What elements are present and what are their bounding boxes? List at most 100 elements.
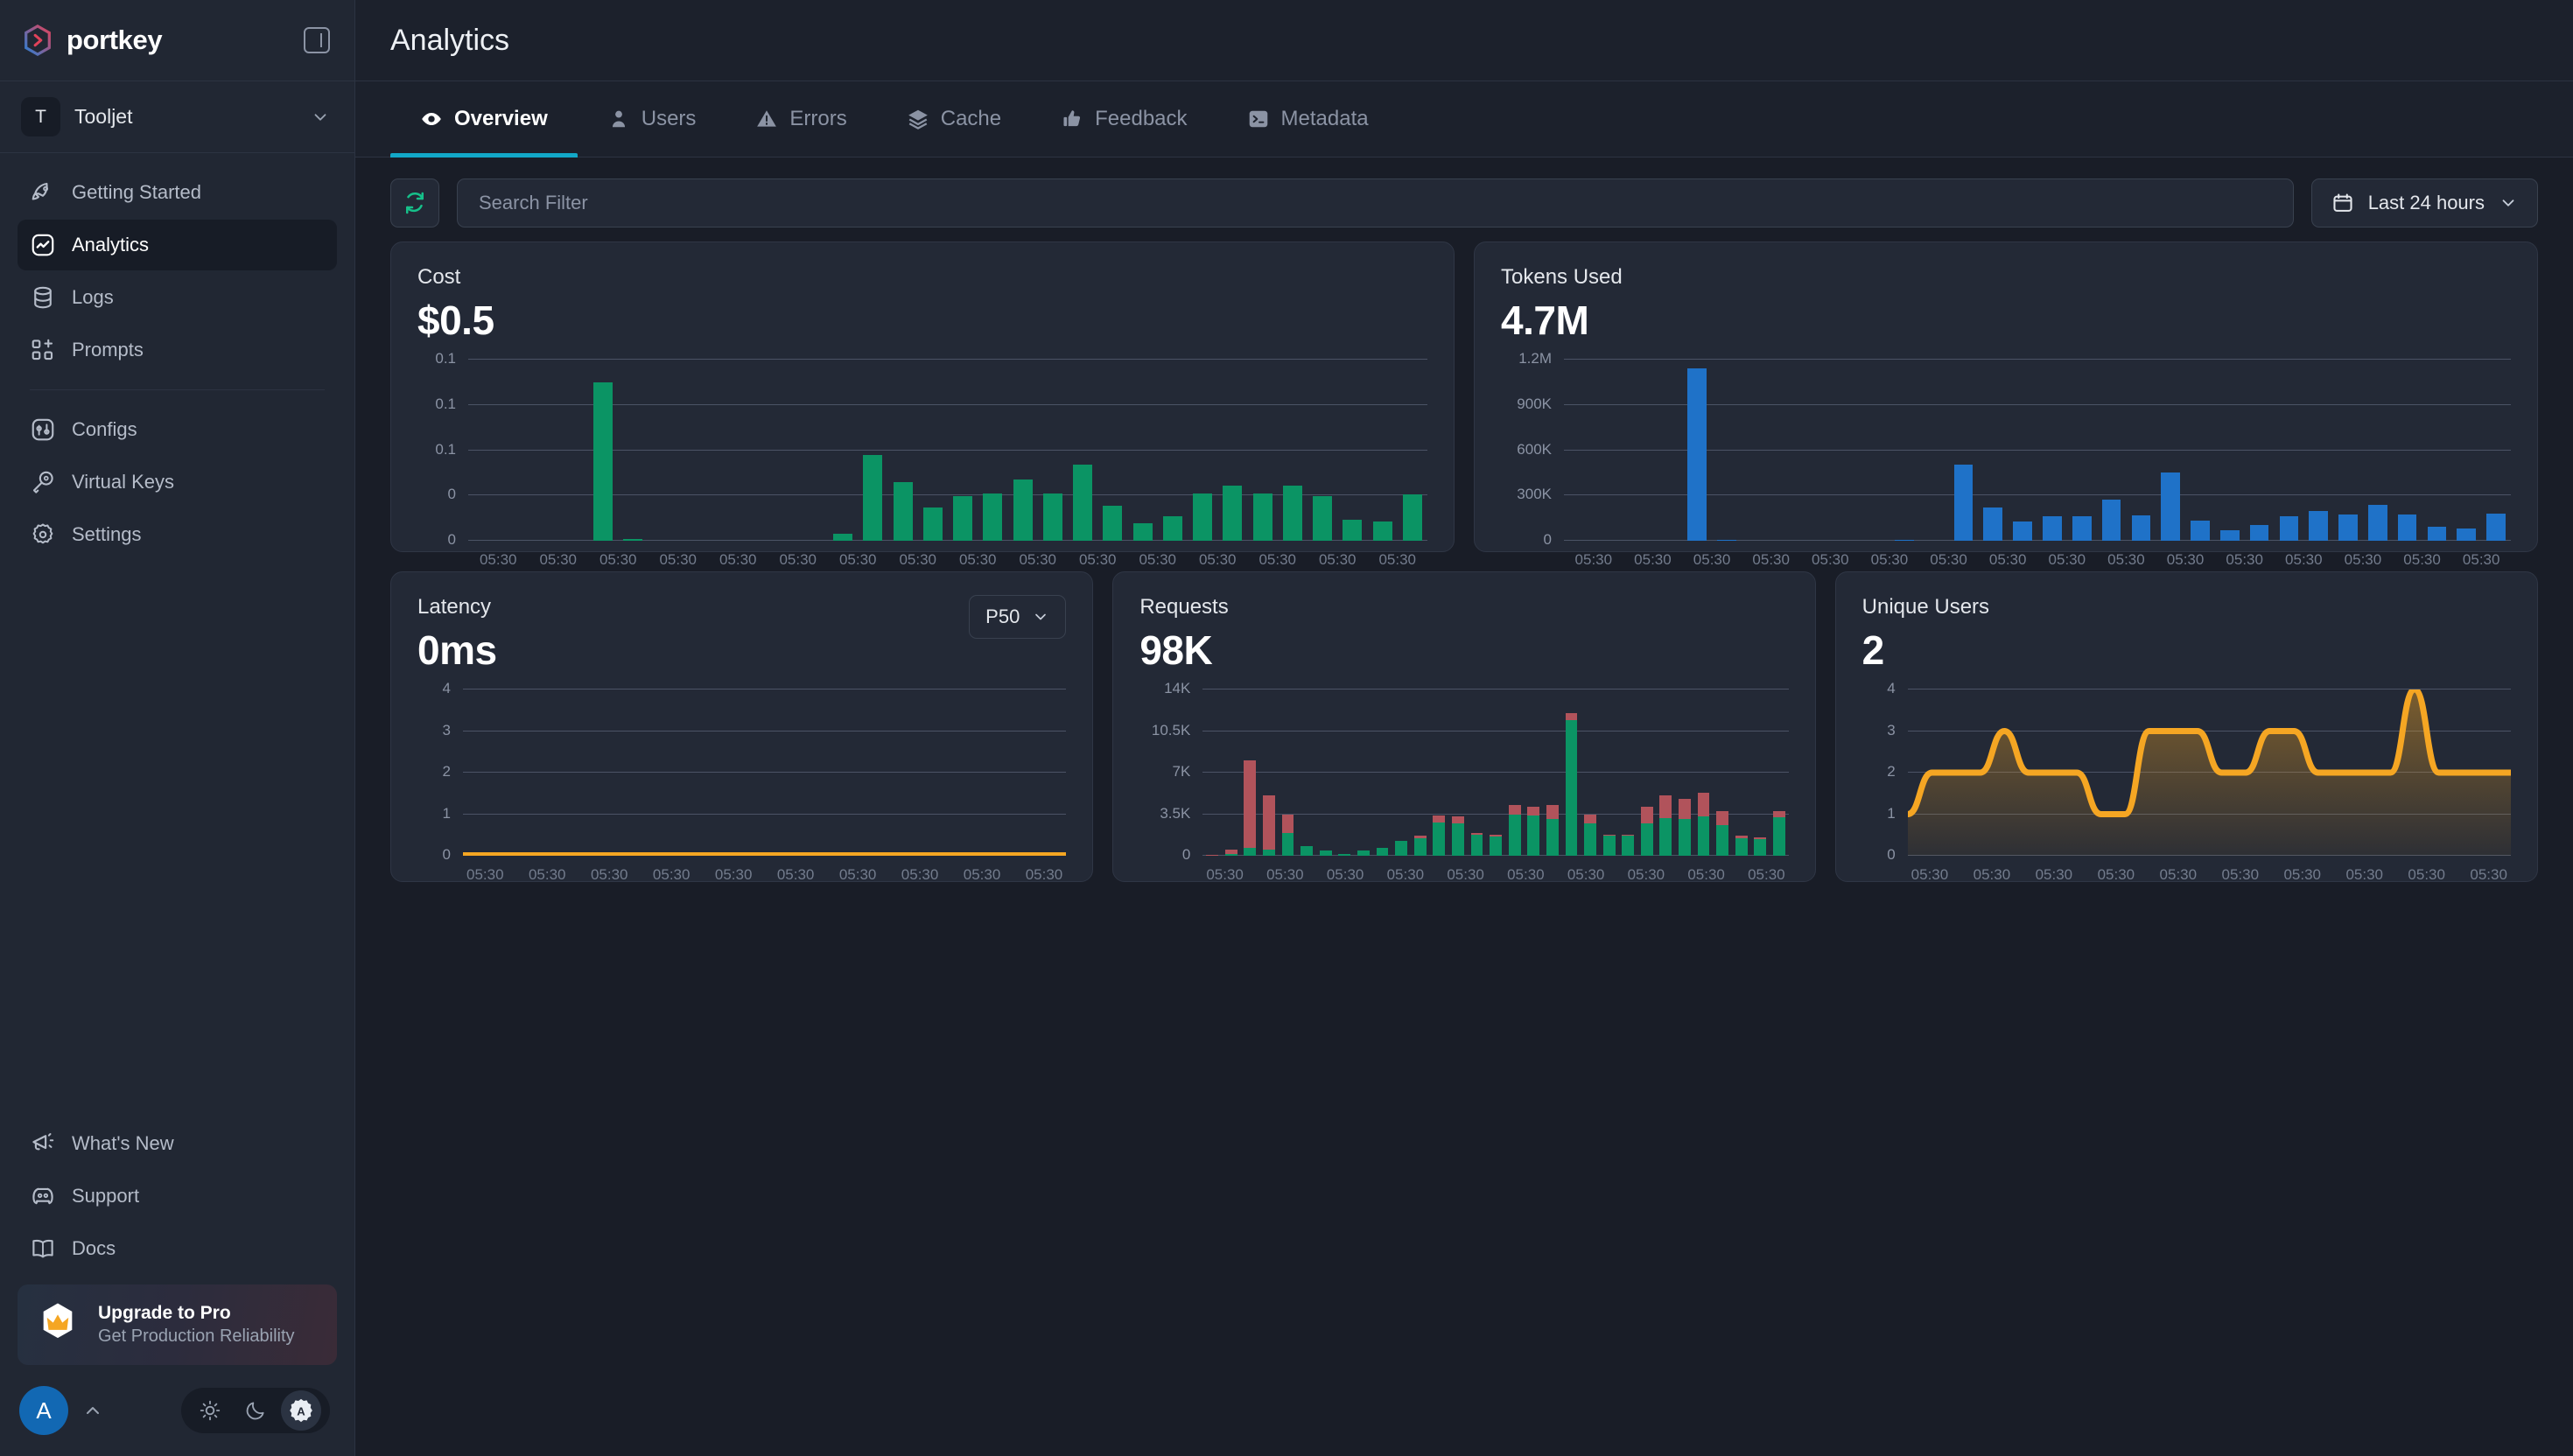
bar-segment-success xyxy=(1244,847,1257,856)
org-switcher[interactable]: T Tooljet xyxy=(0,81,354,153)
refresh-button[interactable] xyxy=(390,178,439,228)
bar-column xyxy=(2037,360,2067,541)
bar-column xyxy=(1713,690,1732,856)
tab-label: Cache xyxy=(940,107,1002,130)
tab-users[interactable]: Users xyxy=(578,81,726,157)
sidebar-item-getting-started[interactable]: Getting Started xyxy=(18,167,337,218)
y-axis-tick: 0.1 xyxy=(435,440,456,458)
x-axis-tick: 05:30 xyxy=(963,866,1001,883)
x-axis-tick: 05:30 xyxy=(2048,551,2086,568)
bar-column xyxy=(768,360,798,541)
plot-area: 0 3.5K 7K 10.5K 14K xyxy=(1152,680,1789,863)
bar-column xyxy=(1742,360,1771,541)
x-axis-tick: 05:30 xyxy=(2344,551,2382,568)
bar-segment-success xyxy=(1263,849,1275,856)
tab-feedback[interactable]: Feedback xyxy=(1031,81,1216,157)
card-title: Cost xyxy=(417,265,461,289)
bar xyxy=(1983,508,2003,541)
sidebar-item-configs[interactable]: Configs xyxy=(18,404,337,455)
x-axis-tick: 05:30 xyxy=(1507,866,1545,883)
bar xyxy=(1402,494,1422,541)
x-axis-tick: 05:30 xyxy=(1198,551,1237,568)
x-axis-tick: 05:30 xyxy=(1634,551,1672,568)
sidebar: portkey T Tooljet Getting Started Analyt… xyxy=(0,0,355,1456)
x-axis-tick: 05:30 xyxy=(1870,551,1909,568)
daterange-label: Last 24 hours xyxy=(2367,192,2485,214)
tab-cache[interactable]: Cache xyxy=(877,81,1031,157)
bar-column xyxy=(1694,690,1714,856)
dark-mode-icon[interactable] xyxy=(235,1390,276,1431)
x-axis-tick: 05:30 xyxy=(899,551,937,568)
requests-chart: 0 3.5K 7K 10.5K 14K 05:30 05:30 05:30 05:30 05:3… xyxy=(1139,680,1789,884)
unique-users-card: Unique Users 2 01234 05:30 05:30 05:30 05:3… xyxy=(1834,571,2538,883)
bar-segment-success xyxy=(1470,835,1483,856)
bar-segment-error xyxy=(1451,816,1464,823)
bar-segment-error xyxy=(1640,806,1653,823)
search-input[interactable]: Search Filter xyxy=(457,178,2294,228)
sidebar-item-label: Getting Started xyxy=(72,181,201,203)
y-axis-tick: 2 xyxy=(442,763,451,780)
bar-segment-success xyxy=(1679,818,1691,856)
sidebar-item-whats-new[interactable]: What's New xyxy=(18,1118,337,1169)
percentile-selector[interactable]: P50 xyxy=(969,595,1067,639)
tab-errors[interactable]: Errors xyxy=(726,81,876,157)
bar xyxy=(2397,514,2417,541)
y-axis-tick: 0.1 xyxy=(435,395,456,412)
tokens-card: Tokens Used 4.7M 0 300K 600K 900K 1.2M 05:30… xyxy=(1474,242,2538,568)
sidebar-item-settings[interactable]: Settings xyxy=(18,509,337,560)
bar-column xyxy=(1008,360,1038,541)
bar-segment-success xyxy=(1490,836,1502,856)
panel-collapse-icon[interactable] xyxy=(304,27,330,53)
sidebar-item-analytics[interactable]: Analytics xyxy=(18,220,337,270)
bar-segment-success xyxy=(1433,822,1446,856)
bar-column xyxy=(1682,360,1712,541)
bar-column xyxy=(1652,360,1682,541)
tab-overview[interactable]: Overview xyxy=(390,81,578,158)
bar-segment-success xyxy=(1565,720,1578,856)
auto-mode-icon[interactable]: A xyxy=(281,1390,321,1431)
bar-segment-success xyxy=(1773,816,1785,856)
tab-metadata[interactable]: Metadata xyxy=(1217,81,1399,157)
x-axis-tick: 05:30 xyxy=(2345,866,2383,883)
sidebar-item-logs[interactable]: Logs xyxy=(18,272,337,323)
brand-row: portkey xyxy=(0,0,354,81)
alert-triangle-icon xyxy=(757,110,777,127)
x-axis-tick: 05:30 xyxy=(1318,551,1357,568)
upgrade-title: Upgrade to Pro xyxy=(98,1303,231,1324)
sidebar-item-docs[interactable]: Docs xyxy=(18,1223,337,1274)
secondary-nav: What's New Support Docs xyxy=(0,1118,354,1276)
bar-segment-error xyxy=(1244,760,1257,848)
plot-area: 0 1 2 3 4 xyxy=(443,680,1067,863)
x-axis-tick: 05:30 xyxy=(776,866,815,883)
bar-column xyxy=(1770,690,1789,856)
sidebar-item-support[interactable]: Support xyxy=(18,1171,337,1222)
requests-card: Requests 98K 0 3.5K 7K 10.5K 14K 05:30 05:30 0… xyxy=(1112,571,1816,884)
bar-segment-success xyxy=(1301,846,1313,856)
upgrade-to-pro-card[interactable]: Upgrade to Pro Get Production Reliabilit… xyxy=(18,1284,337,1365)
bar-column xyxy=(2156,360,2185,541)
bar-segment-error xyxy=(1546,804,1559,819)
sidebar-item-virtual-keys[interactable]: Virtual Keys xyxy=(18,457,337,508)
light-mode-icon[interactable] xyxy=(190,1390,230,1431)
bar-segment-success xyxy=(1584,823,1596,856)
chevron-up-icon[interactable] xyxy=(82,1400,103,1421)
bar-column xyxy=(529,360,558,541)
bar-segment-error xyxy=(1773,811,1785,817)
bar-column xyxy=(888,360,918,541)
bar xyxy=(953,496,973,541)
bar-column xyxy=(1392,690,1411,856)
sidebar-item-prompts[interactable]: Prompts xyxy=(18,325,337,375)
bar-column xyxy=(1919,360,1949,541)
avatar[interactable]: A xyxy=(19,1386,68,1435)
bar-column xyxy=(1623,360,1653,541)
y-axis-tick: 1 xyxy=(442,804,451,822)
bar-column xyxy=(1337,360,1367,541)
tab-bar: Overview Users Errors Cache Feedback Met… xyxy=(355,81,2573,158)
bar-column xyxy=(1373,690,1392,856)
bar-segment-success xyxy=(1376,847,1389,856)
thumbs-up-icon xyxy=(1063,110,1081,127)
x-axis-tick: 05:30 xyxy=(1258,551,1297,568)
bar xyxy=(2279,516,2299,541)
tab-label: Metadata xyxy=(1280,107,1369,130)
daterange-selector[interactable]: Last 24 hours xyxy=(2310,178,2538,228)
